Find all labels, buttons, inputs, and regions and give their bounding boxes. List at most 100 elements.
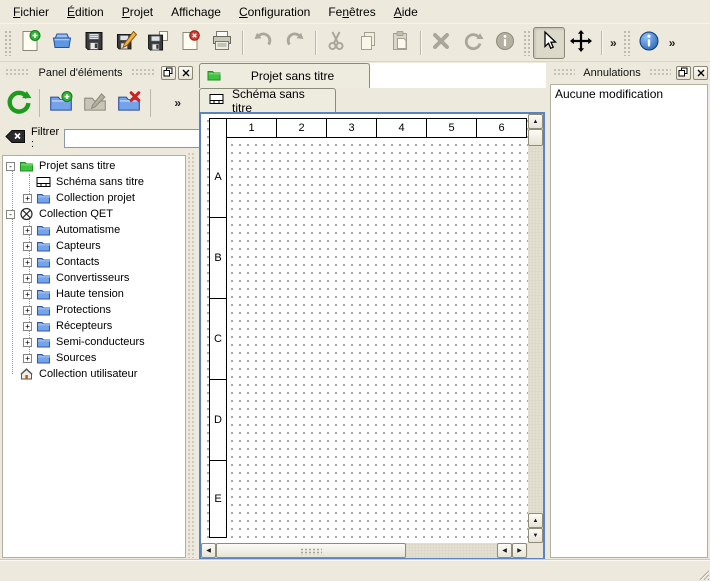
- delete-folder-icon: [116, 89, 142, 118]
- selection-mode-button[interactable]: [533, 27, 565, 59]
- save-all-button[interactable]: [142, 27, 174, 59]
- undo-button[interactable]: [247, 27, 279, 59]
- tree-item-schema-sans-titre[interactable]: Schéma sans titre: [3, 174, 185, 190]
- menu-configuration[interactable]: Configuration: [230, 2, 319, 22]
- undo-panel-title: Annulations: [578, 67, 646, 79]
- tree-item-semi-conducteurs[interactable]: +Semi-conducteurs: [3, 334, 185, 350]
- scroll-up-button[interactable]: ▲: [528, 513, 543, 528]
- reload-collections-button[interactable]: [2, 87, 34, 119]
- expander-icon[interactable]: -: [6, 162, 15, 171]
- scroll-right-button[interactable]: ▶: [512, 543, 527, 558]
- diagram-canvas[interactable]: 1 2 3 4 5 6 A B C D E: [201, 114, 528, 543]
- diagram-icon: [36, 175, 51, 189]
- dock-float-button[interactable]: [676, 66, 691, 80]
- menu-projet[interactable]: Projet: [113, 2, 162, 22]
- expander-icon[interactable]: +: [23, 258, 32, 267]
- tree-item-capteurs[interactable]: +Capteurs: [3, 238, 185, 254]
- rotate-button[interactable]: [457, 27, 489, 59]
- tree-item-convertisseurs[interactable]: +Convertisseurs: [3, 270, 185, 286]
- print-button[interactable]: [206, 27, 238, 59]
- tree-item-haute-tension[interactable]: +Haute tension: [3, 286, 185, 302]
- tree-item-protections[interactable]: +Protections: [3, 302, 185, 318]
- menu-aide[interactable]: Aide: [385, 2, 427, 22]
- expander-icon[interactable]: +: [23, 306, 32, 315]
- toolbar-drag-handle[interactable]: [523, 30, 531, 56]
- tree-item-collection-utilisateur[interactable]: Collection utilisateur: [3, 366, 185, 382]
- scroll-left-button[interactable]: ◀: [201, 543, 216, 558]
- undo-icon: [251, 29, 275, 56]
- expander-icon[interactable]: -: [6, 210, 15, 219]
- edit-category-button[interactable]: [79, 87, 111, 119]
- toolbar-overflow-button[interactable]: »: [606, 36, 621, 50]
- tab-projet-sans-titre[interactable]: Projet sans titre: [199, 63, 370, 88]
- tree-item-contacts[interactable]: +Contacts: [3, 254, 185, 270]
- panel-splitter[interactable]: [187, 152, 194, 558]
- about-info-button[interactable]: [633, 27, 665, 59]
- panel-toolbar-overflow-button[interactable]: »: [170, 96, 185, 110]
- folder-icon: [36, 191, 51, 205]
- tree-item-recepteurs[interactable]: +Récepteurs: [3, 318, 185, 334]
- expander-icon[interactable]: +: [23, 274, 32, 283]
- delete-button[interactable]: [425, 27, 457, 59]
- open-folder-icon: [50, 29, 74, 56]
- menu-affichage[interactable]: Affichage: [162, 2, 230, 22]
- toolbar-drag-handle[interactable]: [623, 30, 631, 56]
- redo-button[interactable]: [279, 27, 311, 59]
- cut-button[interactable]: [320, 27, 352, 59]
- expander-icon[interactable]: +: [23, 338, 32, 347]
- pan-mode-button[interactable]: [565, 27, 597, 59]
- delete-category-button[interactable]: [113, 87, 145, 119]
- elements-panel-toolbar: »: [2, 84, 193, 122]
- menu-fenetres[interactable]: Fenêtres: [319, 2, 384, 22]
- toolbar-drag-handle[interactable]: [4, 30, 12, 56]
- vertical-scrollbar[interactable]: ▲ ▲ ▼: [528, 114, 543, 543]
- expander-icon[interactable]: +: [23, 322, 32, 331]
- element-info-button[interactable]: [489, 27, 521, 59]
- expander-icon[interactable]: +: [23, 226, 32, 235]
- close-icon: [696, 68, 706, 78]
- dock-close-button[interactable]: [693, 66, 708, 80]
- expander-icon[interactable]: +: [23, 194, 32, 203]
- filter-input[interactable]: [64, 129, 214, 148]
- toolbar-overflow-button[interactable]: »: [665, 36, 680, 50]
- vertical-scrollbar-thumb[interactable]: [528, 129, 543, 146]
- undo-list-item[interactable]: Aucune modification: [551, 85, 707, 103]
- tree-item-projet-sans-titre[interactable]: -Projet sans titre: [3, 158, 185, 174]
- close-document-button[interactable]: [174, 27, 206, 59]
- schema-tab-label: Schéma sans titre: [232, 87, 327, 115]
- expander-icon[interactable]: +: [23, 290, 32, 299]
- expander-icon[interactable]: +: [23, 354, 32, 363]
- menu-edition[interactable]: Édition: [58, 2, 113, 22]
- elements-tree[interactable]: -Projet sans titre Schéma sans titre +Co…: [2, 155, 186, 558]
- tree-item-automatisme[interactable]: +Automatisme: [3, 222, 185, 238]
- menu-fichier[interactable]: Fichier: [4, 2, 58, 22]
- expander-icon[interactable]: +: [23, 242, 32, 251]
- dock-title-texture: [131, 68, 156, 77]
- new-document-button[interactable]: [14, 27, 46, 59]
- scroll-up-button[interactable]: ▲: [528, 114, 543, 129]
- dock-close-button[interactable]: [178, 66, 193, 80]
- undo-panel-titlebar[interactable]: Annulations: [550, 64, 708, 81]
- dock-float-button[interactable]: [161, 66, 176, 80]
- copy-button[interactable]: [352, 27, 384, 59]
- tree-item-sources[interactable]: +Sources: [3, 350, 185, 366]
- tree-item-collection-projet[interactable]: +Collection projet: [3, 190, 185, 206]
- tree-item-collection-qet[interactable]: -Collection QET: [3, 206, 185, 222]
- horizontal-scrollbar[interactable]: ◀ ◀ ▶: [201, 543, 528, 558]
- save-button[interactable]: [78, 27, 110, 59]
- folder-icon: [36, 223, 51, 237]
- folder-icon: [36, 303, 51, 317]
- new-category-button[interactable]: [45, 87, 77, 119]
- undo-history-list[interactable]: Aucune modification: [550, 84, 708, 558]
- resize-grip-icon[interactable]: [696, 567, 709, 580]
- scroll-left-button[interactable]: ◀: [497, 543, 512, 558]
- paste-button[interactable]: [384, 27, 416, 59]
- tab-schema-sans-titre[interactable]: Schéma sans titre: [199, 88, 336, 112]
- save-as-button[interactable]: [110, 27, 142, 59]
- scroll-down-button[interactable]: ▼: [528, 528, 543, 543]
- elements-panel-titlebar[interactable]: Panel d'éléments: [2, 64, 193, 81]
- save-as-icon: [114, 29, 138, 56]
- horizontal-scrollbar-thumb[interactable]: [216, 543, 406, 558]
- clear-filter-button[interactable]: [4, 129, 26, 147]
- open-project-button[interactable]: [46, 27, 78, 59]
